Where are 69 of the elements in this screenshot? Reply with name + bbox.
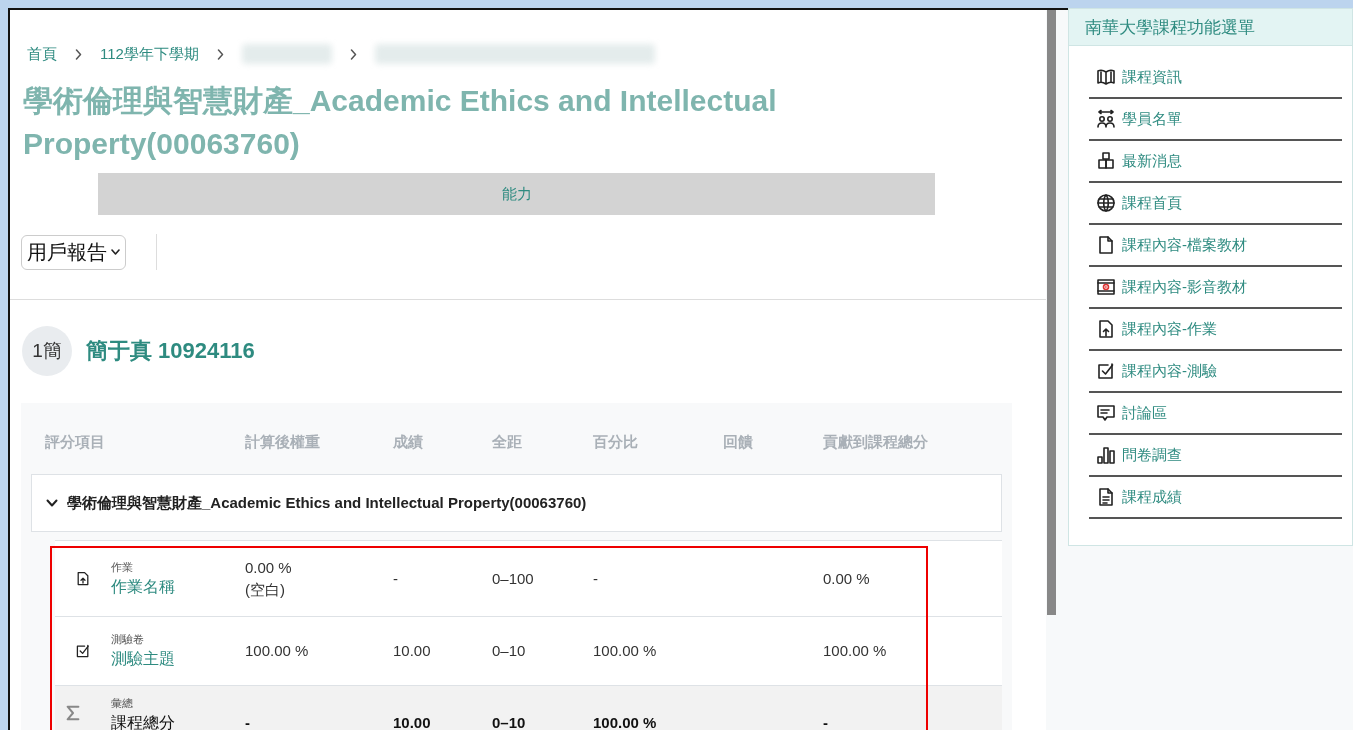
- item-type: 作業: [111, 559, 134, 575]
- menu-item[interactable]: 課程內容-測驗: [1089, 351, 1342, 393]
- chat-icon: [1096, 403, 1116, 423]
- table-cell-text: -: [393, 568, 399, 589]
- menu-item[interactable]: 最新消息: [1089, 141, 1342, 183]
- table-cell-text: -: [823, 713, 829, 730]
- menu-item[interactable]: 學員名單: [1089, 99, 1342, 141]
- menu-item[interactable]: 課程內容-影音教材: [1089, 267, 1342, 309]
- book-icon: [1096, 67, 1116, 87]
- item-name[interactable]: 測驗主題: [111, 649, 245, 670]
- menu-item[interactable]: 課程首頁: [1089, 183, 1342, 225]
- column-header: 成績: [393, 433, 424, 452]
- sidebar-title: 南華大學課程功能選單: [1069, 9, 1352, 46]
- table-cell-text: 100.00 %: [823, 641, 888, 661]
- item-name[interactable]: 作業名稱: [111, 576, 245, 598]
- table-cell-text: -: [593, 568, 599, 589]
- table-cell-text: 0.00 %: [823, 568, 871, 589]
- table-cell-text: 10.00: [393, 713, 432, 730]
- sigma-icon: [64, 704, 82, 722]
- chevron-right-icon: [349, 48, 357, 60]
- caret-icon: [111, 249, 120, 255]
- competency-tab[interactable]: 能力: [98, 173, 935, 215]
- course-title: 學術倫理與智慧財產_Academic Ethics and Intellectual Property(00063760): [23, 83, 778, 162]
- table-cell-text: 100.00 %: [593, 641, 658, 661]
- report-select[interactable]: 用戶報告: [21, 234, 126, 270]
- column-header: 回饋: [723, 433, 754, 452]
- table-cell-text: 100.00 %: [593, 713, 658, 730]
- table-cell-text: -: [245, 713, 251, 730]
- column-header: 百分比: [593, 433, 639, 452]
- item-type: 彙總: [111, 696, 134, 711]
- film-icon: [1096, 277, 1116, 297]
- category-row[interactable]: 學術倫理與智慧財產_Academic Ethics and Intellectual Property(00063760): [31, 474, 1002, 532]
- menu-item[interactable]: 課程資訊: [1089, 57, 1342, 99]
- table-cell-text: 0–10: [492, 713, 527, 730]
- table-cell-text: 0–10: [492, 641, 527, 661]
- column-header: 評分項目: [45, 433, 106, 452]
- blocks-icon: [1096, 151, 1116, 171]
- breadcrumb-link[interactable]: 首頁: [27, 44, 57, 64]
- category-name: 學術倫理與智慧財產_Academic Ethics and Intellectual Property(00063760): [67, 493, 587, 513]
- upload-file-icon: [1096, 319, 1116, 339]
- upload-file-icon: [75, 570, 91, 587]
- chevron-right-icon: [216, 48, 224, 60]
- table-cell-text: 10.00: [393, 641, 432, 661]
- scrollbar[interactable]: [1047, 10, 1056, 615]
- checkbox-icon: [75, 643, 91, 659]
- table-cell-text: (空白): [245, 579, 286, 600]
- menu-item[interactable]: 課程內容-作業: [1089, 309, 1342, 351]
- table-cell-text: 0.00 %: [245, 557, 293, 578]
- item-type: 測驗卷: [111, 632, 145, 647]
- column-header: 貢獻到課程總分: [823, 433, 929, 452]
- globe-icon: [1096, 193, 1116, 213]
- column-header: 全距: [492, 433, 523, 452]
- file-icon: [1096, 235, 1116, 255]
- column-header: 計算後權重: [245, 433, 321, 452]
- chevron-right-icon: [75, 48, 82, 60]
- breadcrumb-link[interactable]: 112學年下學期: [100, 44, 199, 64]
- user-name[interactable]: 簡于真 10924116: [86, 336, 255, 366]
- table-cell-text: 0–100: [492, 568, 535, 589]
- bar-chart-icon: [1096, 445, 1116, 465]
- user-avatar: 1簡: [22, 326, 72, 376]
- table-cell-text: 100.00 %: [245, 641, 310, 661]
- item-name: 課程總分: [111, 713, 176, 730]
- menu-item[interactable]: 討論區: [1089, 393, 1342, 435]
- menu-item[interactable]: 問卷調查: [1089, 435, 1342, 477]
- menu-item[interactable]: 課程成績: [1089, 477, 1342, 519]
- people-icon: [1096, 109, 1116, 129]
- menu-item[interactable]: 課程內容-檔案教材: [1089, 225, 1342, 267]
- document-icon: [1096, 487, 1116, 507]
- checkbox-icon: [1096, 361, 1116, 381]
